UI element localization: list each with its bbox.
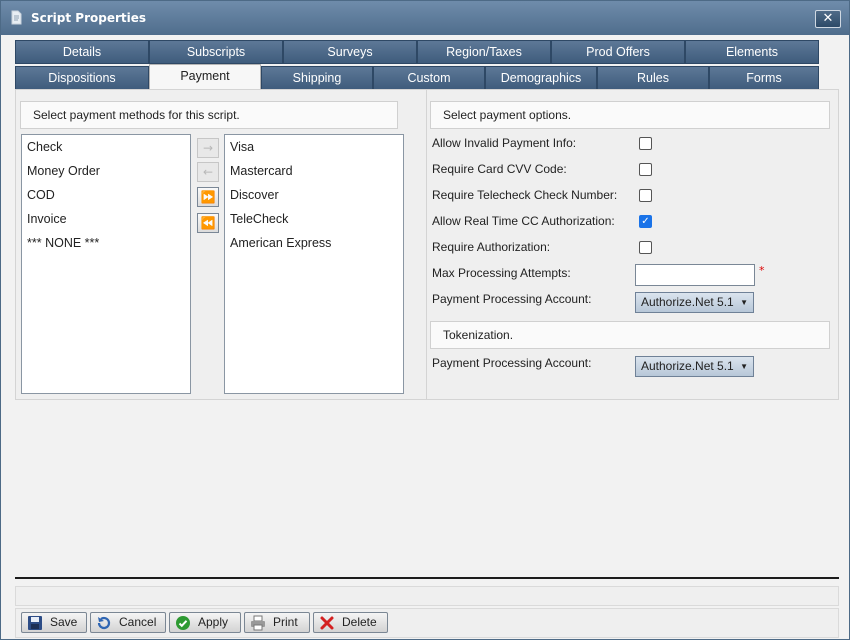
check-circle-icon [176,616,190,630]
list-item[interactable]: Mastercard [225,159,403,183]
list-item[interactable]: Invoice [22,207,190,231]
cancel-button[interactable]: Cancel [90,612,166,633]
title-bar: Script Properties ✕ [1,1,849,35]
tokenization-header: Tokenization. [430,321,830,349]
require-auth-label: Require Authorization: [432,240,551,254]
payment-options-header: Select payment options. [430,101,830,129]
save-button[interactable]: Save [21,612,87,633]
token-account-label: Payment Processing Account: [432,356,592,370]
selected-methods-list[interactable]: Visa Mastercard Discover TeleCheck Ameri… [224,134,404,394]
script-icon [11,10,22,25]
allow-realtime-label: Allow Real Time CC Authorization: [432,214,615,228]
move-left-button[interactable]: ← [197,162,219,182]
floppy-disk-icon [28,616,42,630]
require-telecheck-label: Require Telecheck Check Number: [432,188,618,202]
close-button[interactable]: ✕ [815,10,841,28]
delete-button[interactable]: Delete [313,612,388,633]
max-attempts-label: Max Processing Attempts: [432,266,571,280]
panel-divider [426,89,427,400]
arrow-right-icon: → [202,141,214,155]
window-title: Script Properties [31,11,147,25]
list-item[interactable]: COD [22,183,190,207]
max-attempts-input[interactable] [635,264,755,286]
require-cvv-label: Require Card CVV Code: [432,162,567,176]
dropdown-value: Authorize.Net 5.1 [641,295,734,309]
tab-shipping[interactable]: Shipping [261,66,373,90]
dropdown-value: Authorize.Net 5.1 [641,359,734,373]
list-item[interactable]: Discover [225,183,403,207]
move-all-left-button[interactable]: ⏪ [197,213,219,233]
tab-region-taxes[interactable]: Region/Taxes [417,40,551,64]
tab-details[interactable]: Details [15,40,149,64]
require-telecheck-checkbox[interactable] [639,189,652,202]
require-cvv-checkbox[interactable] [639,163,652,176]
chevron-down-icon: ▼ [740,298,748,307]
tab-forms[interactable]: Forms [709,66,819,90]
tab-subscripts[interactable]: Subscripts [149,40,283,64]
printer-icon [251,615,265,631]
print-button[interactable]: Print [244,612,310,633]
list-item[interactable]: American Express [225,231,403,255]
required-indicator: * [759,264,765,277]
double-arrow-right-icon: ⏩ [200,190,216,204]
tab-surveys[interactable]: Surveys [283,40,417,64]
delete-x-icon [320,616,334,630]
available-methods-list[interactable]: Check Money Order COD Invoice *** NONE *… [21,134,191,394]
list-item[interactable]: Money Order [22,159,190,183]
chevron-down-icon: ▼ [740,362,748,371]
processing-account-dropdown[interactable]: Authorize.Net 5.1 ▼ [635,292,754,313]
undo-icon [97,616,111,630]
move-all-right-button[interactable]: ⏩ [197,187,219,207]
tab-elements[interactable]: Elements [685,40,819,64]
tab-payment[interactable]: Payment [149,64,261,90]
apply-button[interactable]: Apply [169,612,241,633]
allow-realtime-checkbox[interactable]: ✓ [639,215,652,228]
tab-dispositions[interactable]: Dispositions [15,66,149,90]
tab-custom[interactable]: Custom [373,66,485,90]
list-item[interactable]: TeleCheck [225,207,403,231]
list-item[interactable]: *** NONE *** [22,231,190,255]
allow-invalid-label: Allow Invalid Payment Info: [432,136,577,150]
tab-demographics[interactable]: Demographics [485,66,597,90]
script-properties-window: Script Properties ✕ Details Subscripts S… [0,0,850,640]
footer-strip [15,586,839,606]
allow-invalid-checkbox[interactable] [639,137,652,150]
processing-account-label: Payment Processing Account: [432,292,592,306]
close-icon: ✕ [822,11,834,26]
move-right-button[interactable]: → [197,138,219,158]
token-account-dropdown[interactable]: Authorize.Net 5.1 ▼ [635,356,754,377]
require-auth-checkbox[interactable] [639,241,652,254]
list-item[interactable]: Check [22,135,190,159]
footer-divider [15,577,839,579]
payment-methods-header: Select payment methods for this script. [20,101,398,129]
tab-rules[interactable]: Rules [597,66,709,90]
double-arrow-left-icon: ⏪ [200,216,216,230]
arrow-left-icon: ← [202,165,214,179]
list-item[interactable]: Visa [225,135,403,159]
tab-prod-offers[interactable]: Prod Offers [551,40,685,64]
checkmark-icon: ✓ [641,216,650,227]
